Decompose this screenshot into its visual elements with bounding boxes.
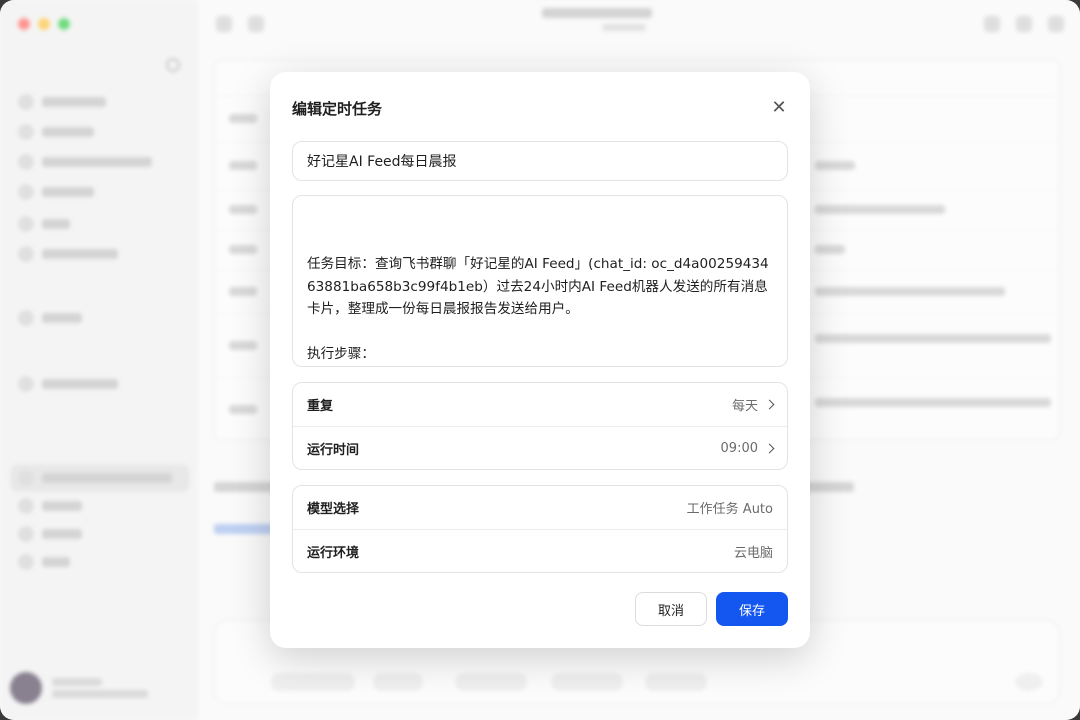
edit-scheduled-task-dialog: 编辑定时任务 ✕ 好记星AI Feed每日晨报 任务目标：查询飞书群聊「好记星的… <box>270 72 810 648</box>
close-icon[interactable]: ✕ <box>768 96 790 118</box>
save-button[interactable]: 保存 <box>716 592 788 626</box>
run-env-label: 运行环境 <box>307 545 360 561</box>
run-env-value: 云电脑 <box>733 545 773 561</box>
model-value: 工作任务 Auto <box>686 502 773 517</box>
cancel-button[interactable]: 取消 <box>635 592 707 626</box>
repeat-value: 每天 <box>731 399 758 414</box>
repeat-setting-row[interactable]: 重复 每天 <box>293 383 787 426</box>
run-time-label: 运行时间 <box>307 442 360 458</box>
task-description-textarea[interactable]: 任务目标：查询飞书群聊「好记星的AI Feed」(chat_id: oc_d4a… <box>292 195 788 367</box>
run-time-setting-row[interactable]: 运行时间 09:00 <box>293 426 787 469</box>
run-env-row[interactable]: 运行环境 云电脑 <box>293 529 787 572</box>
dialog-title: 编辑定时任务 <box>292 100 383 118</box>
chevron-right-icon <box>764 443 775 453</box>
chevron-right-icon <box>764 399 775 410</box>
model-select-row[interactable]: 模型选择 工作任务 Auto <box>293 486 787 529</box>
task-description-text: 任务目标：查询飞书群聊「好记星的AI Feed」(chat_id: oc_d4a… <box>307 256 769 362</box>
run-time-value: 09:00 <box>720 440 758 456</box>
environment-settings-group: 模型选择 工作任务 Auto 运行环境 云电脑 <box>292 485 788 573</box>
repeat-label: 重复 <box>307 399 334 414</box>
model-label: 模型选择 <box>307 502 360 517</box>
schedule-settings-group: 重复 每天 运行时间 09:00 <box>292 382 788 470</box>
task-name-input[interactable]: 好记星AI Feed每日晨报 <box>292 141 788 181</box>
app-window: 编辑定时任务 ✕ 好记星AI Feed每日晨报 任务目标：查询飞书群聊「好记星的… <box>0 0 1080 720</box>
